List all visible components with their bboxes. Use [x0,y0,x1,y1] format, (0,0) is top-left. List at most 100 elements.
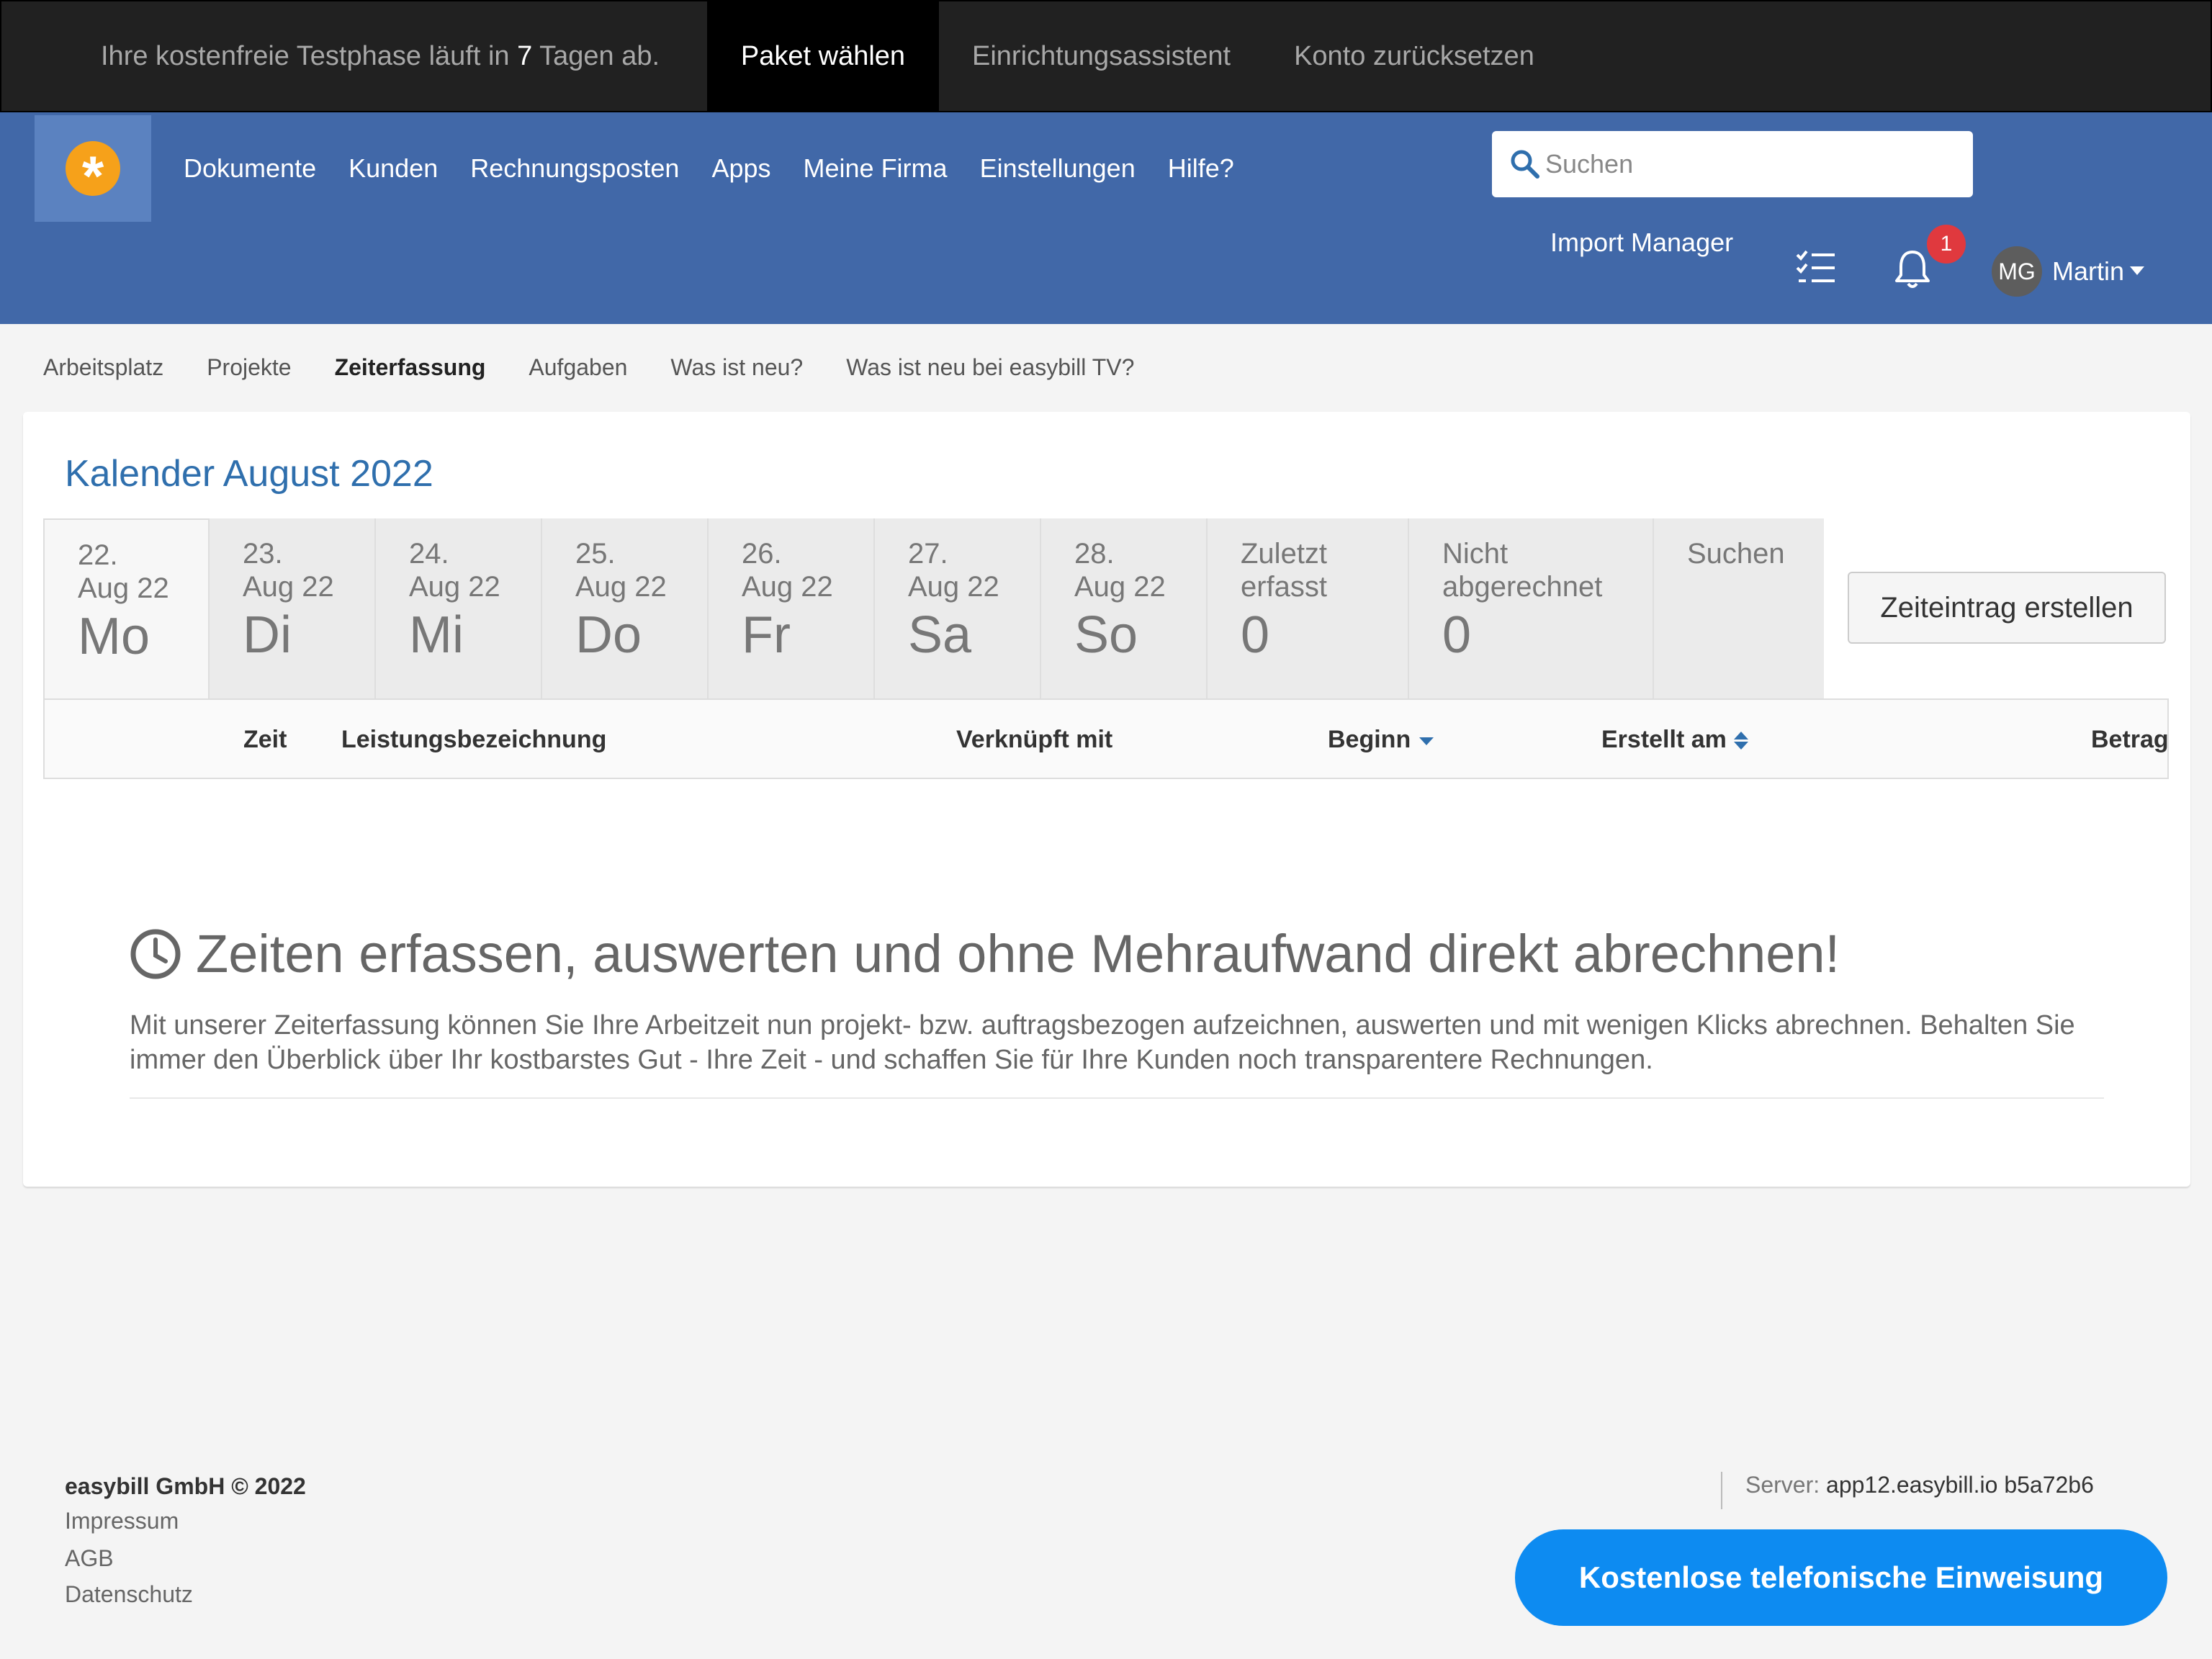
day-tab-di[interactable]: 23. Aug 22 Di [210,518,376,700]
tab-label-line1: Nicht [1442,538,1509,570]
server-info: Server: app12.easybill.io b5a72b6 [1721,1472,2094,1509]
tab-last-recorded[interactable]: Zuletzt erfasst 0 [1208,518,1409,700]
last-recorded-count: 0 [1241,606,1270,664]
tab-label-line2: erfasst [1241,571,1328,603]
day-month: Aug 22 [742,571,833,603]
sub-navigation: Arbeitsplatz Projekte Zeiterfassung Aufg… [0,351,1134,383]
subnav-item-aufgaben[interactable]: Aufgaben [529,354,627,381]
server-label: Server: [1745,1472,1820,1498]
day-weekday: Mi [409,606,464,664]
sort-icon [1733,730,1748,752]
search-input[interactable] [1545,149,1948,179]
column-header-zeit: Zeit [243,726,287,753]
footer-company: easybill GmbH © 2022 [65,1473,306,1499]
column-header-beginn-label: Beginn [1328,726,1411,753]
day-month: Aug 22 [409,571,500,603]
day-tab-sa[interactable]: 27. Aug 22 Sa [875,518,1041,700]
day-tab-mo[interactable]: 22. Aug 22 Mo [43,518,210,700]
subnav-item-zeiterfassung[interactable]: Zeiterfassung [335,354,486,381]
footer-link-datenschutz[interactable]: Datenschutz [65,1581,193,1608]
easybill-logo-icon: * [66,141,120,204]
subnav-item-arbeitsplatz[interactable]: Arbeitsplatz [43,354,163,381]
main-nav-links: Dokumente Kunden Rechnungsposten Apps Me… [151,112,1234,225]
home-logo[interactable]: * [35,115,151,222]
time-tracking-panel: Kalender August 2022 22. Aug 22 Mo 23. A… [23,412,2190,1187]
day-date: 24. [409,538,449,570]
setup-wizard-link[interactable]: Einrichtungsassistent [972,41,1231,72]
notification-count-badge: 1 [1927,225,1966,264]
day-weekday: Fr [742,606,791,664]
trial-bar: Ihre kostenfreie Testphase läuft in 7 Ta… [0,0,2212,112]
clock-icon [130,929,181,979]
choose-plan-button[interactable]: Paket wählen [707,1,939,111]
day-weekday: Di [243,606,292,664]
day-date: 28. [1074,538,1115,570]
search-tab-label: Suchen [1687,538,1785,570]
promo-description: Mit unserer Zeiterfassung können Sie Ihr… [130,1010,2075,1075]
day-tab-so[interactable]: 28. Aug 22 So [1041,518,1208,700]
main-navbar: * Dokumente Kunden Rechnungsposten Apps … [0,112,2212,324]
day-date: 23. [243,538,283,570]
subnav-item-was-ist-neu[interactable]: Was ist neu? [670,354,803,381]
bell-icon[interactable] [1894,248,1931,291]
free-phone-onboarding-button[interactable]: Kostenlose telefonische Einweisung [1515,1529,2167,1626]
promo-title-text: Zeiten erfassen, auswerten und ohne Mehr… [196,924,1840,984]
avatar[interactable]: MG [1992,246,2042,297]
tab-label-line2: abgerechnet [1442,571,1603,603]
search-icon [1509,148,1541,180]
day-weekday: Mo [78,608,150,665]
user-menu-name[interactable]: Martin [2052,256,2124,287]
day-month: Aug 22 [575,571,667,603]
trial-message-prefix: Ihre kostenfreie Testphase läuft in [101,40,518,71]
day-tab-do[interactable]: 25. Aug 22 Do [542,518,709,700]
column-header-betrag: Betrag [2091,726,2169,753]
day-weekday: Do [575,606,642,664]
import-manager-link[interactable]: Import Manager [1550,228,1733,258]
trial-days: 7 [517,40,533,71]
column-header-beginn[interactable]: Beginn [1328,726,1434,754]
trial-message-suffix: Tagen ab. [532,40,660,71]
divider [130,1097,2104,1099]
tab-search[interactable]: Suchen [1654,518,1824,700]
reset-account-link[interactable]: Konto zurücksetzen [1294,41,1534,72]
table-header: Zeit Leistungsbezeichnung Verknüpft mit … [43,698,2169,779]
day-date: 22. [78,539,118,571]
search-box [1492,131,1973,197]
nav-item-meine-firma[interactable]: Meine Firma [804,153,948,184]
task-list-icon[interactable] [1796,249,1836,285]
trial-message: Ihre kostenfreie Testphase läuft in 7 Ta… [101,41,707,72]
column-header-erstellt-label: Erstellt am [1601,726,1727,753]
day-tab-fr[interactable]: 26. Aug 22 Fr [709,518,875,700]
tab-label-line1: Zuletzt [1241,538,1328,570]
column-header-verknuepft: Verknüpft mit [956,726,1113,753]
column-header-leistungsbezeichnung: Leistungsbezeichnung [341,726,607,753]
nav-item-dokumente[interactable]: Dokumente [184,153,316,184]
subnav-item-easybill-tv[interactable]: Was ist neu bei easybill TV? [846,354,1134,381]
day-weekday: So [1074,606,1138,664]
nav-item-hilfe[interactable]: Hilfe? [1168,153,1234,184]
create-time-entry-button[interactable]: Zeiteintrag erstellen [1848,572,2166,644]
nav-item-apps[interactable]: Apps [711,153,770,184]
promo-heading: Zeiten erfassen, auswerten und ohne Mehr… [130,923,1840,984]
nav-item-kunden[interactable]: Kunden [349,153,438,184]
footer-link-agb[interactable]: AGB [65,1545,114,1572]
calendar-day-tabs: 22. Aug 22 Mo 23. Aug 22 Di 24. Aug 22 M… [43,518,1824,700]
nav-item-einstellungen[interactable]: Einstellungen [980,153,1136,184]
day-date: 27. [908,538,948,570]
column-header-erstellt-am[interactable]: Erstellt am [1601,726,1748,754]
day-date: 25. [575,538,616,570]
day-month: Aug 22 [78,572,169,604]
day-weekday: Sa [908,606,972,664]
tab-not-billed[interactable]: Nicht abgerechnet 0 [1409,518,1654,700]
day-month: Aug 22 [243,571,334,603]
day-tab-mi[interactable]: 24. Aug 22 Mi [376,518,542,700]
nav-item-rechnungsposten[interactable]: Rechnungsposten [470,153,679,184]
footer-link-impressum[interactable]: Impressum [65,1508,179,1534]
sort-desc-icon [1419,737,1434,745]
chevron-down-icon[interactable] [2130,266,2144,275]
day-date: 26. [742,538,782,570]
not-billed-count: 0 [1442,606,1472,664]
subnav-item-projekte[interactable]: Projekte [207,354,291,381]
server-value: app12.easybill.io b5a72b6 [1826,1472,2094,1498]
day-month: Aug 22 [1074,571,1166,603]
